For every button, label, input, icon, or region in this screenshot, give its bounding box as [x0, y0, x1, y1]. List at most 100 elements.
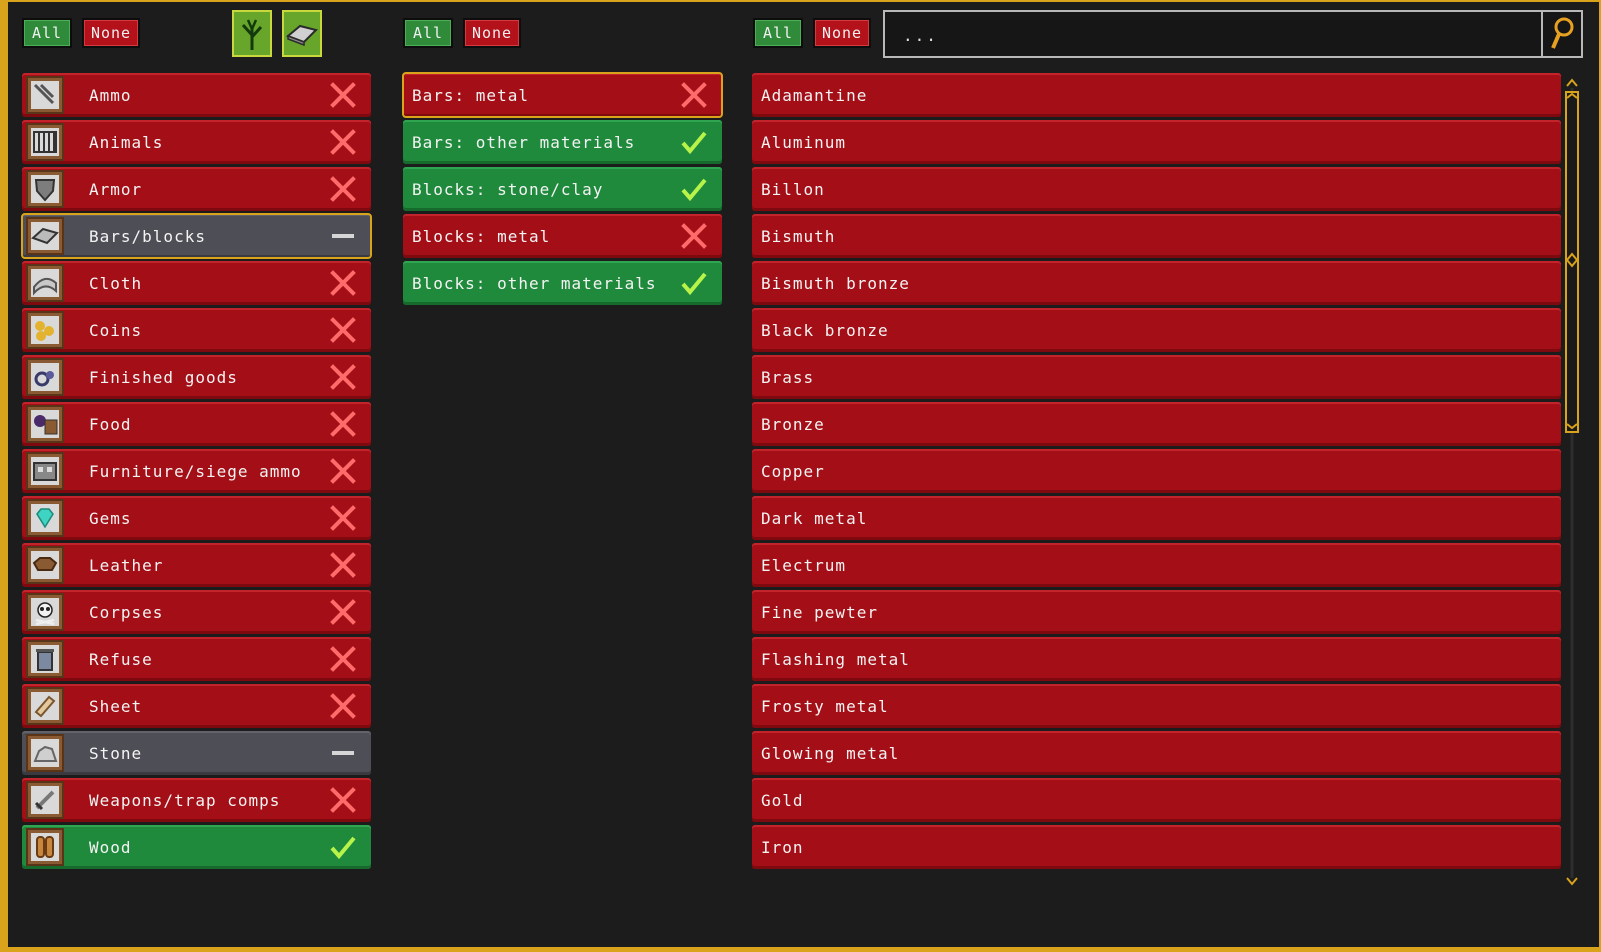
plant-icon: [241, 18, 263, 50]
search-input[interactable]: ...: [903, 26, 938, 45]
material-label: Electrum: [761, 555, 847, 575]
material-label: Bismuth: [761, 226, 836, 246]
leather-icon: [26, 546, 64, 584]
check-icon[interactable]: [674, 122, 714, 162]
category-row[interactable]: Food: [22, 402, 371, 446]
subcategory-label: Blocks: stone/clay: [412, 179, 604, 199]
category-row[interactable]: Cloth: [22, 261, 371, 305]
materials-none-button[interactable]: None: [813, 18, 871, 48]
subcategory-row[interactable]: Blocks: stone/clay: [403, 167, 722, 211]
gem-icon: [26, 499, 64, 537]
category-row[interactable]: Weapons/trap comps: [22, 778, 371, 822]
material-row[interactable]: Gold: [752, 778, 1561, 822]
category-label: Cloth: [89, 273, 143, 293]
cross-icon[interactable]: [323, 263, 363, 303]
material-row[interactable]: Flashing metal: [752, 637, 1561, 681]
category-row[interactable]: Wood: [22, 825, 371, 869]
category-row[interactable]: Sheet: [22, 684, 371, 728]
subcategory-row[interactable]: Blocks: metal: [403, 214, 722, 258]
material-row[interactable]: Bismuth bronze: [752, 261, 1561, 305]
cross-icon[interactable]: [323, 639, 363, 679]
category-row[interactable]: Furniture/siege ammo: [22, 449, 371, 493]
check-icon[interactable]: [674, 263, 714, 303]
category-row[interactable]: Armor: [22, 167, 371, 211]
cross-icon[interactable]: [323, 545, 363, 585]
dash-icon[interactable]: [323, 733, 363, 773]
material-label: Iron: [761, 837, 804, 857]
bar-icon: [26, 217, 64, 255]
category-row[interactable]: Ammo: [22, 73, 371, 117]
search-field[interactable]: ...: [883, 10, 1583, 58]
material-row[interactable]: Glowing metal: [752, 731, 1561, 775]
subcategories-none-button[interactable]: None: [463, 18, 521, 48]
material-label: Fine pewter: [761, 602, 878, 622]
cross-icon[interactable]: [323, 357, 363, 397]
dash-icon[interactable]: [323, 216, 363, 256]
subcategories-all-button[interactable]: All: [403, 18, 453, 48]
material-row[interactable]: Fine pewter: [752, 590, 1561, 634]
trash-icon: [26, 640, 64, 678]
material-row[interactable]: Billon: [752, 167, 1561, 211]
check-icon[interactable]: [674, 169, 714, 209]
cross-icon[interactable]: [323, 780, 363, 820]
categories-none-button[interactable]: None: [82, 18, 140, 48]
category-label: Refuse: [89, 649, 153, 669]
material-label: Bronze: [761, 414, 825, 434]
material-row[interactable]: Brass: [752, 355, 1561, 399]
materials-all-button[interactable]: All: [753, 18, 803, 48]
material-label: Billon: [761, 179, 825, 199]
category-row[interactable]: Gems: [22, 496, 371, 540]
bar-filter-button[interactable]: [282, 10, 322, 57]
category-label: Animals: [89, 132, 164, 152]
categories-all-button[interactable]: All: [22, 18, 72, 48]
cross-icon[interactable]: [323, 122, 363, 162]
subcategory-row[interactable]: Bars: other materials: [403, 120, 722, 164]
cross-icon[interactable]: [674, 75, 714, 115]
category-row[interactable]: Leather: [22, 543, 371, 587]
cross-icon[interactable]: [674, 216, 714, 256]
material-row[interactable]: Frosty metal: [752, 684, 1561, 728]
category-row[interactable]: Corpses: [22, 590, 371, 634]
material-row[interactable]: Bismuth: [752, 214, 1561, 258]
search-icon[interactable]: [1541, 12, 1581, 56]
subcategory-row[interactable]: Blocks: other materials: [403, 261, 722, 305]
category-row[interactable]: Refuse: [22, 637, 371, 681]
material-row[interactable]: Black bronze: [752, 308, 1561, 352]
cross-icon[interactable]: [323, 169, 363, 209]
material-label: Copper: [761, 461, 825, 481]
subcategory-label: Blocks: metal: [412, 226, 551, 246]
cross-icon[interactable]: [323, 686, 363, 726]
cross-icon[interactable]: [323, 310, 363, 350]
material-row[interactable]: Bronze: [752, 402, 1561, 446]
coins-icon: [26, 311, 64, 349]
cross-icon[interactable]: [323, 498, 363, 538]
furniture-icon: [26, 452, 64, 490]
check-icon[interactable]: [323, 827, 363, 867]
cross-icon[interactable]: [323, 451, 363, 491]
cross-icon[interactable]: [323, 592, 363, 632]
materials-scrollbar[interactable]: [1565, 78, 1579, 888]
material-row[interactable]: Adamantine: [752, 73, 1561, 117]
category-label: Furniture/siege ammo: [89, 461, 302, 481]
skull-icon: [26, 593, 64, 631]
category-row[interactable]: Bars/blocks: [21, 213, 372, 259]
material-row[interactable]: Dark metal: [752, 496, 1561, 540]
material-row[interactable]: Iron: [752, 825, 1561, 869]
category-label: Armor: [89, 179, 143, 199]
category-row[interactable]: Finished goods: [22, 355, 371, 399]
cross-icon[interactable]: [323, 404, 363, 444]
subcategory-row[interactable]: Bars: metal: [402, 72, 723, 118]
material-row[interactable]: Electrum: [752, 543, 1561, 587]
food-icon: [26, 405, 64, 443]
subcategory-label: Blocks: other materials: [412, 273, 657, 293]
plant-filter-button[interactable]: [232, 10, 272, 57]
cross-icon[interactable]: [323, 75, 363, 115]
cloth-icon: [26, 264, 64, 302]
material-label: Bismuth bronze: [761, 273, 910, 293]
category-row[interactable]: Animals: [22, 120, 371, 164]
material-row[interactable]: Copper: [752, 449, 1561, 493]
bar-icon: [286, 24, 318, 46]
material-row[interactable]: Aluminum: [752, 120, 1561, 164]
category-row[interactable]: Coins: [22, 308, 371, 352]
category-row[interactable]: Stone: [22, 731, 371, 775]
